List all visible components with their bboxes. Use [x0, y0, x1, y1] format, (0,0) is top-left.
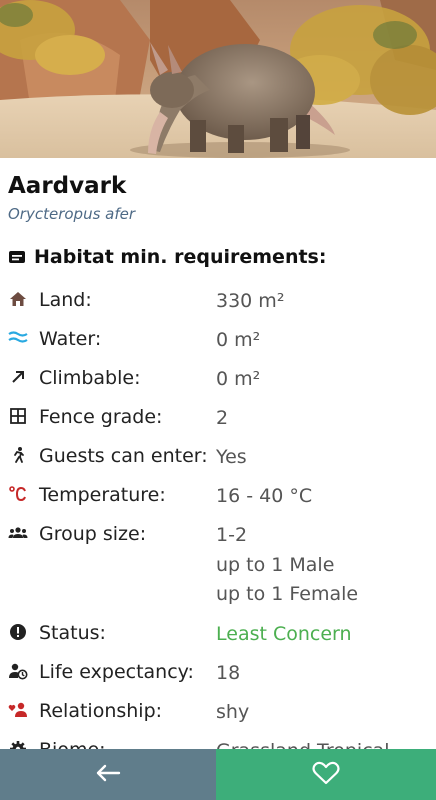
land-value: 330 m²: [216, 290, 285, 312]
fence-grade-row: Fence grade: 2: [0, 400, 436, 436]
climbable-row: Climbable: 0 m²: [0, 361, 436, 397]
land-row: Land: 330 m²: [0, 283, 436, 319]
walking-person-icon: [8, 445, 28, 465]
relationship-icon: [8, 700, 28, 720]
water-row: Water: 0 m²: [0, 322, 436, 358]
climbable-value: 0 m²: [216, 368, 261, 390]
life-expectancy-value: 18: [216, 662, 241, 684]
life-expectancy-icon: [8, 661, 28, 681]
guests-can-enter-label: Guests can enter:: [39, 445, 208, 467]
temperature-label: Temperature:: [39, 484, 166, 506]
arrow-left-icon: [95, 763, 121, 787]
fence-grade-value: 2: [216, 407, 229, 429]
scientific-name: Orycteropus afer: [8, 205, 136, 223]
heart-icon: [312, 761, 340, 789]
habitat-heading-text: Habitat min. requirements:: [34, 246, 327, 268]
status-row: Status: Least Concern: [0, 616, 436, 652]
life-expectancy-row: Life expectancy: 18: [0, 655, 436, 691]
group-size-label: Group size:: [39, 523, 147, 545]
climbable-label: Climbable:: [39, 367, 141, 389]
guests-can-enter-row: Guests can enter: Yes: [0, 439, 436, 475]
fence-grade-label: Fence grade:: [39, 406, 163, 428]
water-icon: [8, 328, 28, 348]
animal-name: Aardvark: [8, 173, 127, 199]
group-size-value: 1-2: [216, 524, 248, 546]
life-expectancy-label: Life expectancy:: [39, 661, 194, 683]
guests-can-enter-value: Yes: [216, 446, 247, 468]
group-size-female: up to 1 Female: [216, 583, 359, 605]
water-value: 0 m²: [216, 329, 261, 351]
favorite-button[interactable]: [216, 749, 436, 800]
relationship-label: Relationship:: [39, 700, 163, 722]
celsius-icon: [8, 484, 28, 504]
alert-icon: [8, 622, 28, 642]
status-label: Status:: [39, 622, 106, 644]
arrow-up-right-icon: [8, 367, 28, 387]
back-button[interactable]: [0, 749, 216, 800]
animal-photo: [0, 0, 436, 158]
land-label: Land:: [39, 289, 92, 311]
habitat-heading: Habitat min. requirements:: [8, 246, 326, 268]
grid-icon: [8, 406, 28, 426]
bottom-action-bar: [0, 749, 436, 800]
status-value: Least Concern: [216, 623, 352, 645]
relationship-row: Relationship: shy: [0, 694, 436, 730]
temperature-row: Temperature: 16 - 40 °C: [0, 478, 436, 514]
animal-header: Aardvark Orycteropus afer: [8, 170, 135, 224]
card-icon: [8, 248, 26, 266]
house-icon: [8, 289, 28, 309]
temperature-value: 16 - 40 °C: [216, 485, 313, 507]
group-icon: [8, 523, 28, 543]
group-size-row: Group size: 1-2 up to 1 Male up to 1 Fem…: [0, 517, 436, 613]
water-label: Water:: [39, 328, 102, 350]
group-size-male: up to 1 Male: [216, 553, 335, 576]
relationship-value: shy: [216, 701, 250, 723]
